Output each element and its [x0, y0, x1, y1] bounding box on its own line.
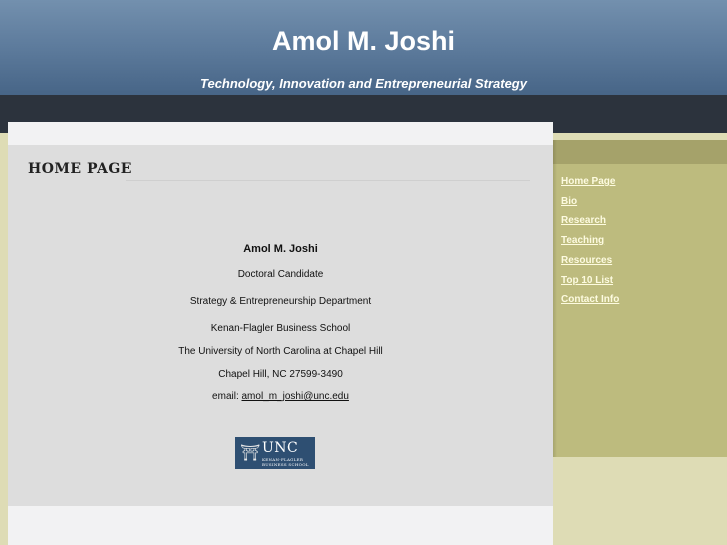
old-well-icon: ⛩ [240, 443, 261, 462]
sidebar-item-top-10-list[interactable]: Top 10 List [561, 275, 613, 286]
sidebar-shadow [553, 140, 557, 457]
profile-position: Doctoral Candidate [237, 269, 324, 280]
sidebar-item-research[interactable]: Research [561, 215, 606, 226]
content-area: HOME PAGE Amol M. Joshi Doctoral Candida… [8, 145, 553, 506]
sidebar-nav: Home Page Bio Research Teaching Resource… [553, 164, 727, 457]
sidebar-item-contact-info[interactable]: Contact Info [561, 294, 619, 305]
heading-divider [126, 180, 530, 181]
site-tagline: Technology, Innovation and Entrepreneuri… [200, 76, 527, 91]
profile-school: Kenan-Flagler Business School [210, 323, 351, 334]
sidebar-item-teaching[interactable]: Teaching [561, 235, 604, 246]
email-link[interactable]: amol_m_joshi@unc.edu [242, 391, 349, 402]
logo-subtext-line2: BUSINESS SCHOOL [262, 462, 309, 467]
site-header: Amol M. Joshi Technology, Innovation and… [0, 0, 727, 95]
sidebar-item-bio[interactable]: Bio [561, 196, 577, 207]
profile-email-line: email: amol_m_joshi@unc.edu [8, 391, 553, 402]
profile-department: Strategy & Entrepreneurship Department [189, 296, 372, 307]
sidebar-item-resources[interactable]: Resources [561, 255, 612, 266]
profile-address: Chapel Hill, NC 27599-3490 [218, 369, 343, 380]
page-heading: HOME PAGE [28, 161, 132, 177]
profile-name: Amol M. Joshi [243, 243, 318, 255]
logo-wordmark: UNC [262, 440, 299, 456]
sidebar-top-band [553, 140, 727, 164]
email-label: email: [212, 391, 242, 402]
sidebar-item-home-page[interactable]: Home Page [561, 176, 615, 187]
unc-logo: ⛩ UNC KENAN-FLAGLER BUSINESS SCHOOL [235, 437, 315, 469]
site-title: Amol M. Joshi [271, 26, 455, 56]
profile-university: The University of North Carolina at Chap… [178, 346, 383, 357]
